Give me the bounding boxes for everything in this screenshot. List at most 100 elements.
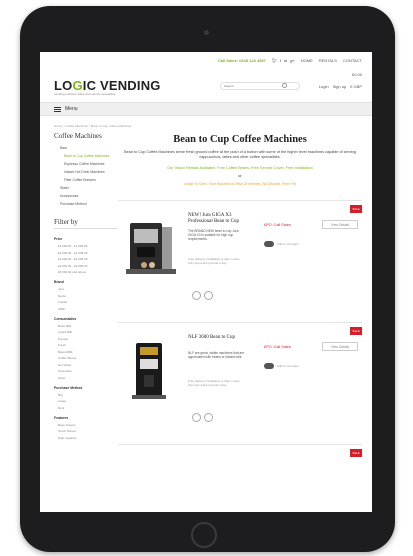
sidebar-item[interactable]: Filter Coffee Brewers (64, 178, 118, 182)
login-link[interactable]: Login (319, 84, 329, 89)
feature-icons (192, 290, 213, 300)
home-button[interactable] (191, 522, 217, 548)
filter-group-title: Purchase Method (54, 385, 83, 390)
sidebar-item[interactable]: Accessories (60, 194, 118, 198)
promo-text[interactable]: Our Vision Rentals Available, Free Coffe… (118, 166, 362, 171)
milk-icon (204, 412, 213, 422)
website-screen: Call Sales: 0345 123 4567 🐦︎ f in g+ HOM… (40, 52, 372, 512)
product-description: NLF are great, stable machines that are … (188, 350, 245, 360)
compare-label: Add to Compare (277, 241, 299, 246)
filter-option[interactable]: £4,000.00 - £4,999.99 (58, 264, 118, 268)
currency-select[interactable]: £ GBP (350, 84, 362, 89)
compare-icon (264, 240, 274, 247)
nav-link-contact[interactable]: CONTACT (343, 58, 362, 63)
filter-option[interactable]: Liquid Milk (58, 330, 118, 334)
feature-icons (192, 412, 213, 422)
filter-option[interactable]: £3,000.00 - £3,999.99 (58, 257, 118, 261)
sidebar-item[interactable]: Instant Hot Drink Machines (64, 170, 118, 174)
filter-group-title: Brand (54, 280, 64, 284)
filter-option[interactable]: Chocolate (58, 369, 118, 373)
filter-option[interactable]: Hot Water (58, 363, 118, 367)
filter-group-title: Features (54, 415, 69, 420)
filter-option[interactable]: Fresh (58, 343, 118, 347)
intro-text: Bean to Cup Coffee Machines serve fresh … (124, 150, 356, 159)
filter-option[interactable]: Bean Milk (58, 324, 118, 328)
sidebar-item[interactable]: Purchase Method (60, 202, 118, 206)
product-description: The BRAND NEW bean to cup Jura GIGA X3 i… (188, 228, 239, 242)
sidebar-item[interactable]: Water (60, 186, 118, 190)
add-to-compare[interactable]: Add to Compare (264, 240, 299, 247)
filter-option[interactable]: Franke (58, 300, 118, 304)
social-icons: 🐦︎ f in g+ (272, 58, 295, 63)
logic-vending-logo[interactable]: LOGIC VENDING (54, 78, 161, 93)
filter-option[interactable]: Lease (58, 399, 118, 403)
nlf-3600-image[interactable] (122, 339, 180, 401)
view-details-button[interactable]: View Details (322, 341, 358, 351)
filter-option[interactable]: WMF (58, 307, 118, 311)
compare-label: Add to Compare (277, 363, 299, 368)
sale-badge: SALE (350, 326, 362, 335)
filter-option[interactable]: £1,000.00 - £1,999.99 (58, 244, 118, 248)
product-note: Free delivery installation & train. Leas… (188, 256, 240, 265)
menu-bar[interactable]: Menu (40, 102, 372, 116)
product-name[interactable]: NLF 3600 Bean to Cup (188, 335, 250, 342)
product-price: £PO: Call Sales (264, 344, 291, 349)
top-bar: Call Sales: 0345 123 4567 🐦︎ f in g+ HOM… (40, 52, 372, 68)
filter-option[interactable]: Bean Hopper (58, 423, 118, 427)
camera-icon (204, 30, 209, 35)
phone-number[interactable]: Call Sales: 0345 123 4567 (218, 58, 266, 63)
coffee-cup-icon (192, 412, 201, 422)
search-input[interactable] (220, 82, 300, 90)
search-icon[interactable] (282, 83, 287, 88)
filter-option[interactable]: High Capacity (58, 436, 118, 440)
sidebar-item[interactable]: Espresso Coffee Machines (64, 162, 118, 166)
nav-link-rentals[interactable]: RENTALS (319, 58, 337, 63)
filter-option[interactable]: Powder (58, 337, 118, 341)
compare-icon (264, 362, 274, 369)
filter-title: Filter by (54, 218, 118, 229)
sidebar-item[interactable]: Bars (60, 146, 118, 150)
sale-badge: SALE (350, 204, 362, 213)
cart-total[interactable]: £0.00 (352, 72, 362, 77)
main-content: Bean to Cup Coffee Machines Bean to Cup … (118, 132, 372, 512)
filter-option[interactable]: Rent (58, 406, 118, 410)
filter-option[interactable]: £2,000.00 - £2,999.99 (58, 251, 118, 255)
filter-option[interactable]: Necta (58, 294, 118, 298)
twitter-icon[interactable]: 🐦︎ (272, 58, 277, 63)
breadcrumb[interactable]: Home > Coffee Machines > Bean to Cup Cof… (40, 116, 372, 132)
signup-link[interactable]: Sign up (333, 84, 347, 89)
product-note: Free delivery installation & train. Leas… (188, 378, 240, 387)
filter-option[interactable]: Other (58, 376, 118, 380)
sidebar-item[interactable]: Bean to Cup Coffee Machines (64, 154, 118, 158)
coffee-cup-icon (192, 290, 201, 300)
add-to-compare[interactable]: Add to Compare (264, 362, 299, 369)
or-text: or (238, 173, 242, 178)
hamburger-icon[interactable] (54, 106, 61, 112)
google-plus-icon[interactable]: g+ (290, 58, 295, 63)
linkedin-icon[interactable]: in (284, 58, 287, 63)
page-title: Bean to Cup Coffee Machines (173, 134, 307, 145)
filter-group-title: Consumables (54, 316, 77, 321)
site-header: LOGIC VENDING vending machine sales and … (40, 68, 372, 102)
milk-icon (204, 290, 213, 300)
filter-group-title: Price (54, 237, 63, 241)
filter-option[interactable]: Beans/Milk (58, 350, 118, 354)
view-details-button[interactable]: View Details (322, 219, 358, 229)
filter-option[interactable]: £5,000.00 and above (58, 270, 118, 274)
sidebar-title: Coffee Machines (54, 132, 102, 140)
account-links: Login Sign up £ GBP (319, 84, 362, 89)
jura-giga-x3-image[interactable] (122, 217, 180, 279)
product-card: SALE (118, 443, 362, 512)
product-card: SALE NEW! Jura GIGA X3 Professional Bean… (118, 199, 362, 312)
tagline: vending machine sales and service specia… (54, 92, 116, 96)
lease-promo-text[interactable]: Lease To Own: Your Machine At Risk Of In… (118, 182, 362, 186)
sale-badge: SALE (350, 448, 362, 457)
nav-link-home[interactable]: HOME (301, 58, 313, 63)
filter-option[interactable]: Coffee Beans (58, 356, 118, 360)
filter-option[interactable]: Buy (58, 393, 118, 397)
product-name[interactable]: NEW! Jura GIGA X3 Professional Bean to C… (188, 213, 250, 226)
menu-label[interactable]: Menu (65, 106, 78, 112)
facebook-icon[interactable]: f (280, 58, 281, 63)
filter-option[interactable]: Touch Screen (58, 429, 118, 433)
filter-option[interactable]: Jura (58, 287, 118, 291)
